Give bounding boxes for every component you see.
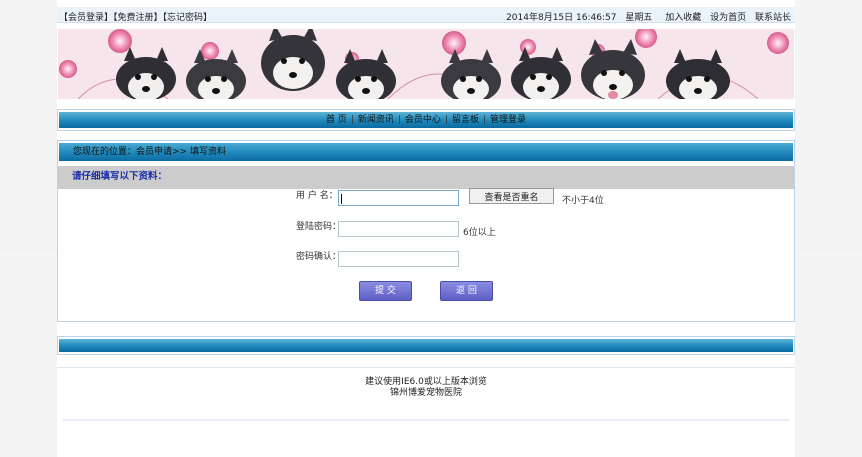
form-heading: 请仔细填写以下资料： <box>72 171 168 182</box>
top-bar: 【会员登录】【免费注册】【忘记密码】 2014年8月15日 16:46:57 星… <box>57 7 795 23</box>
password-hint: 6位以上 <box>463 228 496 238</box>
banner-image <box>58 29 794 99</box>
member-links: 【会员登录】【免费注册】【忘记密码】 <box>59 10 212 23</box>
top-right: 2014年8月15日 16:46:57 星期五 加入收藏 设为首页 联系站长 <box>500 10 791 23</box>
breadcrumb-text: 您现在的位置：会员申请>> 填写资料 <box>73 147 226 157</box>
nav-separator: | <box>444 115 448 125</box>
browser-recommendation: 建议使用IE6.0或以上版本浏览 <box>365 377 487 387</box>
nav-separator: | <box>397 115 401 125</box>
nav-item-home[interactable]: 首 页 <box>326 115 347 125</box>
member-login-link[interactable]: 【会员登录】 <box>59 13 113 23</box>
registration-panel: 您现在的位置：会员申请>> 填写资料 请仔细填写以下资料： 用 户 名： 查看是… <box>57 140 795 322</box>
add-favorite-link[interactable]: 加入收藏 <box>665 13 701 23</box>
form-heading-bar: 请仔细填写以下资料： <box>58 166 794 189</box>
footer-bar <box>59 339 793 352</box>
username-input[interactable] <box>338 190 459 206</box>
footer-bar-frame <box>57 336 795 355</box>
username-label: 用 户 名： <box>296 191 338 201</box>
nav-item-admin-login[interactable]: 管理登录 <box>490 115 526 125</box>
username-hint: 不小于4位 <box>562 196 604 206</box>
nav-separator: | <box>350 115 354 125</box>
password-input[interactable] <box>338 221 459 237</box>
nav-bar: 首 页 | 新闻资讯 | 会员中心 | 留言板 | 管理登录 <box>59 112 793 128</box>
nav-item-member-center[interactable]: 会员中心 <box>405 115 441 125</box>
nav-separator: | <box>483 115 487 125</box>
site-owner-name: 锦州博爱宠物医院 <box>389 388 462 398</box>
footer: 建议使用IE6.0或以上版本浏览 锦州博爱宠物医院 <box>57 377 795 399</box>
page-container: 【会员登录】【免费注册】【忘记密码】 2014年8月15日 16:46:57 星… <box>57 0 795 457</box>
footer-divider <box>57 367 795 368</box>
main-nav: 首 页 | 新闻资讯 | 会员中心 | 留言板 | 管理登录 <box>57 109 795 131</box>
datetime-text: 2014年8月15日 16:46:57 <box>506 13 617 23</box>
text-cursor <box>341 194 342 204</box>
check-duplicate-button[interactable]: 查看是否重名 <box>469 188 554 204</box>
nav-item-news[interactable]: 新闻资讯 <box>358 115 394 125</box>
weekday-text: 星期五 <box>625 13 653 23</box>
back-button[interactable]: 返 回 <box>440 281 493 301</box>
free-register-link[interactable]: 【免费注册】 <box>113 13 163 23</box>
contact-admin-link[interactable]: 联系站长 <box>755 13 791 23</box>
husky-puppies-banner-graphic <box>58 29 794 99</box>
bottom-divider <box>63 419 789 421</box>
confirm-password-input[interactable] <box>338 251 459 267</box>
submit-button[interactable]: 提 交 <box>359 281 412 301</box>
password-label: 登陆密码： <box>296 222 342 232</box>
confirm-password-label: 密码确认： <box>296 252 342 262</box>
breadcrumb: 您现在的位置：会员申请>> 填写资料 <box>59 143 793 161</box>
forgot-password-link[interactable]: 【忘记密码】 <box>163 13 213 23</box>
set-homepage-link[interactable]: 设为首页 <box>710 13 746 23</box>
nav-item-guestbook[interactable]: 留言板 <box>452 115 479 125</box>
